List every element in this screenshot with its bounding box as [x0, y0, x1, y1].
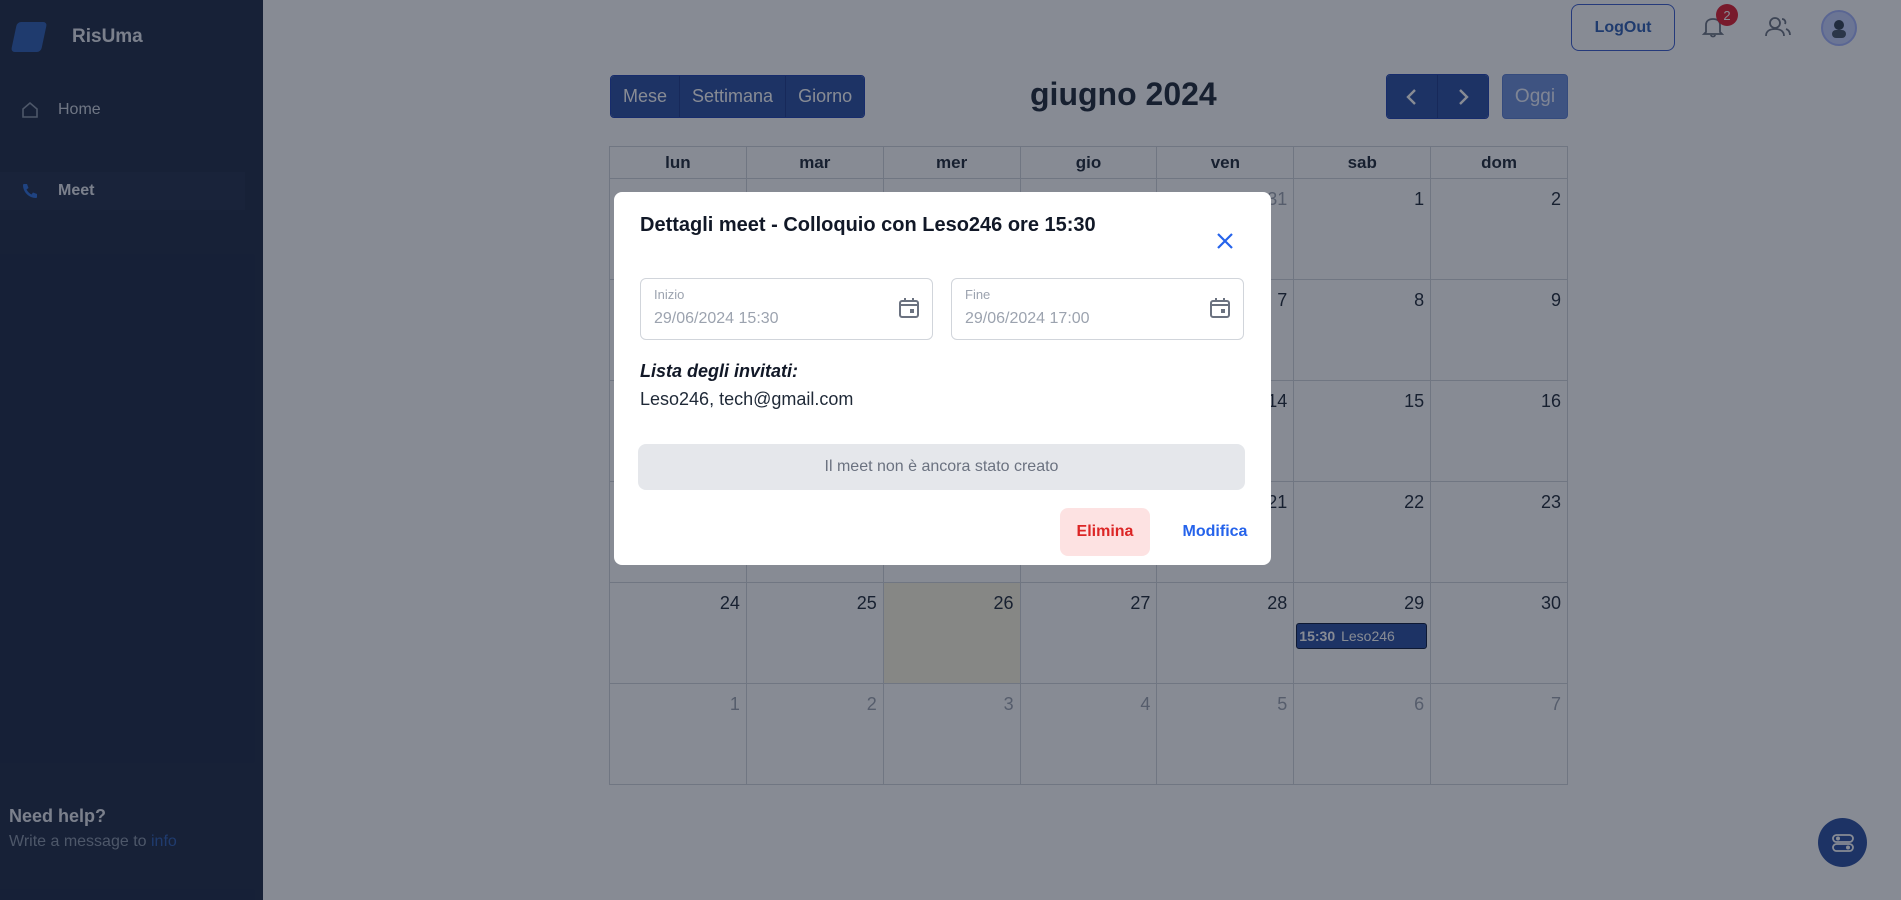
- start-value: 29/06/2024 15:30: [654, 310, 779, 327]
- start-label: Inizio: [654, 287, 685, 302]
- start-datetime-field[interactable]: Inizio 29/06/2024 15:30: [640, 278, 933, 340]
- calendar-icon[interactable]: [1207, 295, 1233, 321]
- calendar-icon[interactable]: [896, 295, 922, 321]
- meet-details-modal: Dettagli meet - Colloquio con Leso246 or…: [614, 192, 1271, 565]
- end-datetime-field[interactable]: Fine 29/06/2024 17:00: [951, 278, 1244, 340]
- invitees-label: Lista degli invitati:: [640, 361, 799, 381]
- edit-button[interactable]: Modifica: [1175, 508, 1255, 556]
- close-button[interactable]: [1206, 222, 1244, 260]
- delete-button[interactable]: Elimina: [1060, 508, 1150, 556]
- end-value: 29/06/2024 17:00: [965, 310, 1090, 327]
- close-icon: [1217, 233, 1233, 249]
- invitees-list: Leso246, tech@gmail.com: [640, 389, 854, 409]
- end-label: Fine: [965, 287, 991, 302]
- meet-status: Il meet non è ancora stato creato: [638, 444, 1245, 490]
- modal-title: Dettagli meet - Colloquio con Leso246 or…: [640, 214, 1096, 236]
